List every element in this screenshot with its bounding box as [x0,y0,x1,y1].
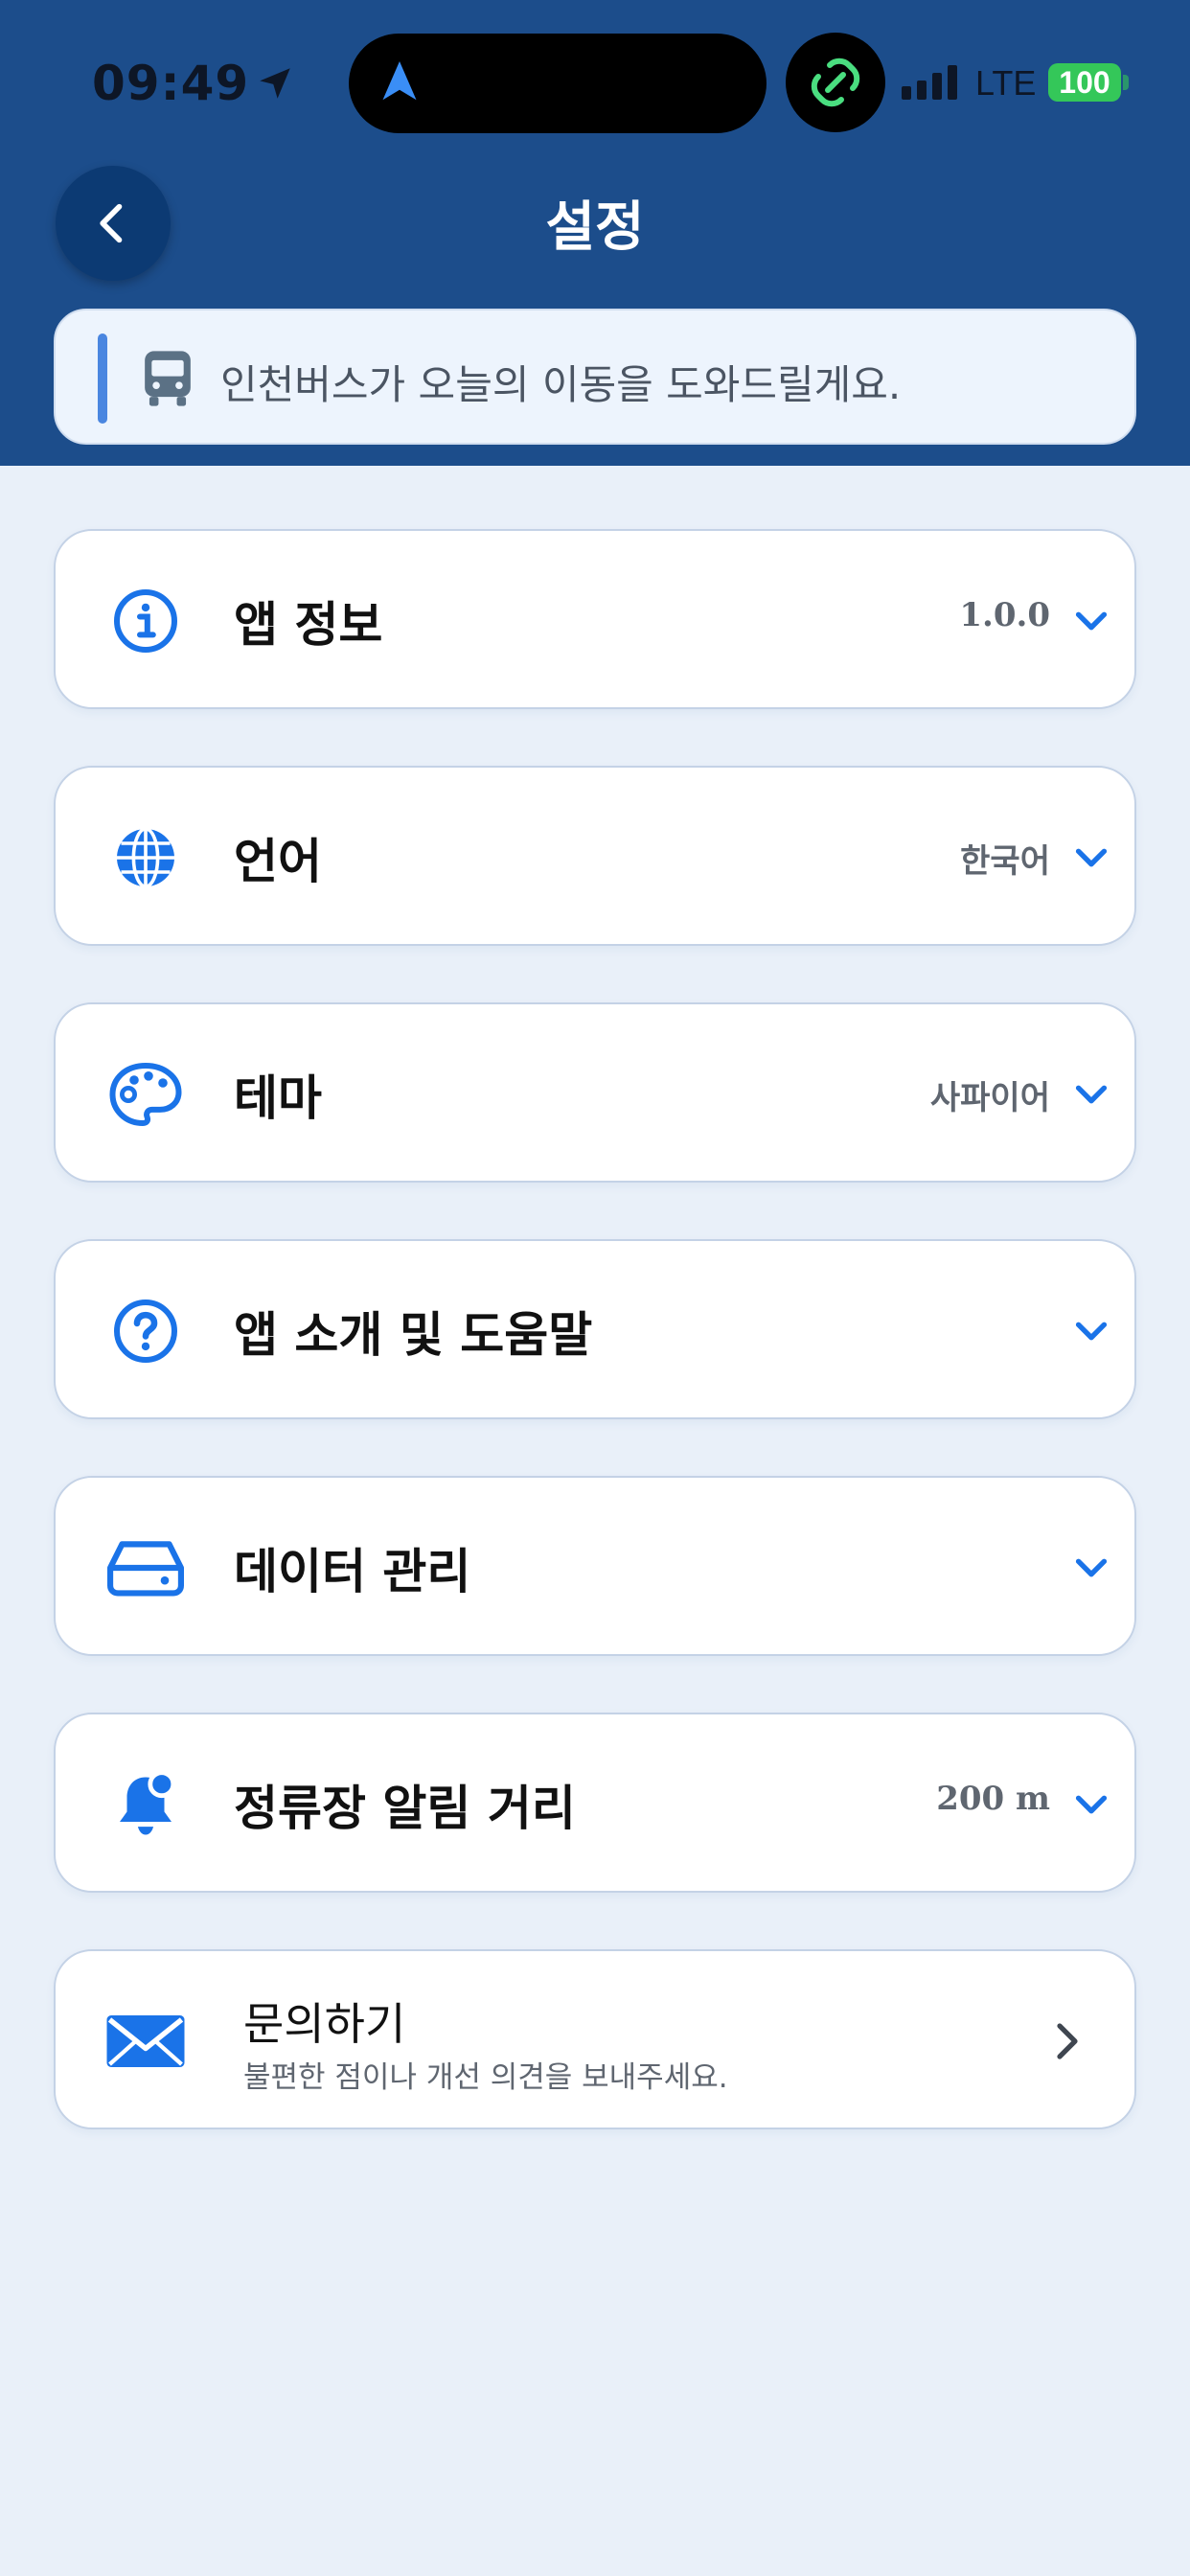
bus-icon [145,351,191,406]
status-time: 09:49 [92,56,295,111]
location-arrow-icon [260,68,290,99]
chevron-right-icon [1057,2023,1078,2059]
setting-help[interactable]: 앱 소개 및 도움말 [54,1239,1136,1419]
palette-icon [107,1056,184,1133]
setting-theme[interactable]: 테마 사파이어 [54,1002,1136,1183]
bell-icon [107,1766,184,1843]
navigation-arrow-icon [382,61,417,101]
contact-title: 문의하기 [243,1998,406,2050]
battery-cap [1123,75,1129,90]
banner-text: 인천버스가 오늘의 이동을 도와드릴게요. [220,361,902,408]
setting-value: 한국어 [960,842,1050,881]
setting-stop-alert[interactable]: 정류장 알림 거리 200 m [54,1713,1136,1893]
chevron-down-icon [1075,1085,1108,1104]
link-app-icon [786,33,885,132]
setting-value: 200 m [936,1780,1050,1818]
chevron-down-icon [1075,1322,1108,1341]
chevron-down-icon [1075,848,1108,867]
time-label: 09:49 [92,56,250,111]
setting-label: 앱 소개 및 도움말 [234,1307,593,1363]
setting-data[interactable]: 데이터 관리 [54,1476,1136,1656]
battery-icon: 100 [1048,63,1121,102]
info-banner: 인천버스가 오늘의 이동을 도와드릴게요. [54,309,1136,445]
setting-value: 1.0.0 [959,596,1050,634]
setting-label: 정류장 알림 거리 [234,1781,576,1836]
setting-value: 사파이어 [929,1079,1050,1117]
signal-icon [902,65,957,100]
page-title: 설정 [545,196,645,259]
setting-language[interactable]: 언어 한국어 [54,766,1136,946]
setting-app-info[interactable]: 앱 정보 1.0.0 [54,529,1136,709]
contact-card[interactable]: 문의하기 불편한 점이나 개선 의견을 보내주세요. [54,1949,1136,2129]
question-icon [107,1293,184,1369]
network-label: LTE [975,63,1037,103]
chevron-down-icon [1075,1795,1108,1814]
drive-icon [107,1530,184,1606]
setting-label: 테마 [234,1070,322,1126]
setting-label: 언어 [234,834,322,889]
mail-icon [103,2003,188,2080]
contact-subtitle: 불편한 점이나 개선 의견을 보내주세요. [243,2060,728,2095]
globe-icon [107,819,184,896]
setting-label: 앱 정보 [234,597,383,653]
chevron-down-icon [1075,1558,1108,1577]
banner-accent [98,334,107,424]
header: 09:49 LTE 100 설정 인천버스가 오늘의 이동을 도와드릴게요. [0,0,1190,466]
chevron-down-icon [1075,611,1108,631]
info-icon [107,583,184,659]
battery-level: 100 [1059,64,1110,100]
setting-label: 데이터 관리 [234,1544,471,1599]
